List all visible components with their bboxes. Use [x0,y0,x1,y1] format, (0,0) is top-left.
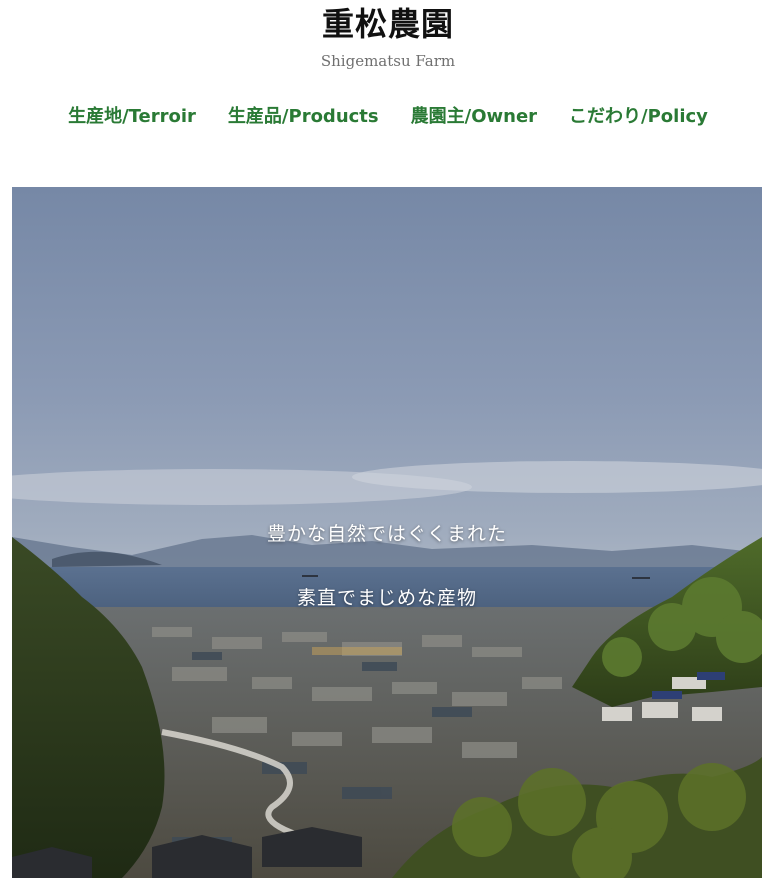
nav-item-terroir[interactable]: 生産地/Terroir [68,102,196,128]
hero-image: 豊かな自然ではぐくまれた 素直でまじめな産物 [12,187,762,878]
site-subtitle: Shigematsu Farm [320,52,456,70]
hero-tagline-line2: 素直でまじめな産物 [296,587,477,609]
nav-item-owner[interactable]: 農園主/Owner [411,102,537,128]
nav-item-products[interactable]: 生産品/Products [228,102,379,128]
main-nav: 生産地/Terroir 生産品/Products 農園主/Owner こだわり/… [0,102,776,128]
hero-tagline-line1: 豊かな自然ではぐくまれた [266,523,507,545]
site-title[interactable]: 重松農園 [0,4,776,44]
nav-item-policy[interactable]: こだわり/Policy [569,102,708,128]
